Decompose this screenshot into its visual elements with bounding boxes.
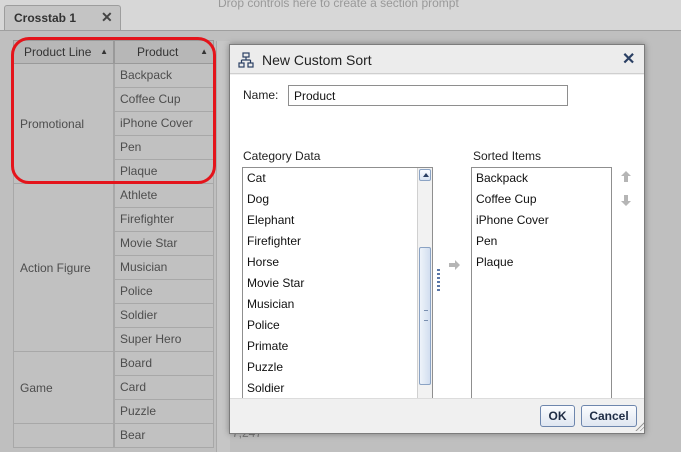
sorted-list-item[interactable]: Backpack — [472, 168, 611, 189]
category-list-item[interactable]: Elephant — [243, 210, 432, 231]
product-line-cell — [13, 424, 114, 448]
sorted-list-item[interactable]: Pen — [472, 231, 611, 252]
category-data-label: Category Data — [243, 149, 321, 163]
product-cell: Puzzle — [114, 400, 214, 424]
category-list-item[interactable]: Police — [243, 315, 432, 336]
product-cell: Athlete — [114, 184, 214, 208]
dialog-footer: OK Cancel — [230, 398, 644, 433]
splitter-handle[interactable] — [437, 269, 440, 293]
sorted-list-item[interactable]: Plaque — [472, 252, 611, 273]
cancel-button[interactable]: Cancel — [581, 405, 637, 427]
category-list-item[interactable]: Soldier — [243, 378, 432, 399]
sorted-items-label: Sorted Items — [473, 149, 542, 163]
new-custom-sort-dialog: New Custom Sort ✕ Name: Category Data So… — [229, 44, 645, 434]
product-cell: Police — [114, 280, 214, 304]
category-list-item[interactable]: Primate — [243, 336, 432, 357]
category-list-item[interactable]: Musician — [243, 294, 432, 315]
product-cell: Musician — [114, 256, 214, 280]
highlight-annotation — [11, 37, 216, 184]
name-label: Name: — [243, 88, 279, 102]
category-list-item[interactable]: Firefighter — [243, 231, 432, 252]
scroll-thumb[interactable] — [419, 247, 431, 385]
section-prompt-bar: Drop controls here to create a section p… — [0, 0, 681, 30]
category-list-item[interactable]: Dog — [243, 189, 432, 210]
arrow-right-icon[interactable] — [448, 258, 462, 272]
product-cell: Soldier — [114, 304, 214, 328]
sorted-items-list[interactable]: Backpack Coffee Cup iPhone Cover Pen Plaque — [471, 167, 612, 417]
category-list-item[interactable]: Movie Star — [243, 273, 432, 294]
product-line-cell: Action Figure — [13, 184, 114, 352]
sorted-list-item[interactable]: Coffee Cup — [472, 189, 611, 210]
product-cell: Super Hero — [114, 328, 214, 352]
hierarchy-icon — [238, 52, 254, 68]
name-field[interactable] — [288, 85, 568, 106]
arrow-down-icon[interactable] — [619, 194, 633, 208]
sorted-list-item[interactable]: iPhone Cover — [472, 210, 611, 231]
ok-button[interactable]: OK — [540, 405, 575, 427]
close-icon[interactable]: ✕ — [101, 9, 113, 26]
product-cell: Bear — [114, 424, 214, 448]
scroll-up-button[interactable] — [419, 169, 431, 181]
drop-hint: Drop controls here to create a section p… — [218, 0, 459, 10]
category-data-list[interactable]: Cat Dog Elephant Firefighter Horse Movie Star… — [242, 167, 433, 417]
category-list-item[interactable]: Horse — [243, 252, 432, 273]
close-icon[interactable]: ✕ — [622, 49, 635, 69]
tab-label: Crosstab 1 — [14, 11, 77, 25]
dialog-title: New Custom Sort — [262, 52, 372, 68]
product-cell: Firefighter — [114, 208, 214, 232]
dialog-body: Name: Category Data Sorted Items CatDogE… — [230, 75, 644, 417]
category-list-scrollbar[interactable] — [417, 168, 432, 416]
category-list-item[interactable]: Cat — [243, 168, 432, 189]
product-cell: Movie Star — [114, 232, 214, 256]
value-column — [216, 41, 230, 452]
product-cell: Board — [114, 352, 214, 376]
product-cell: Card — [114, 376, 214, 400]
product-line-cell: Game — [13, 352, 114, 424]
dialog-title-bar[interactable]: New Custom Sort ✕ — [230, 45, 644, 74]
tab-crosstab-1[interactable]: Crosstab 1 ✕ — [4, 5, 121, 30]
category-list-item[interactable]: Puzzle — [243, 357, 432, 378]
arrow-up-icon[interactable] — [619, 169, 633, 183]
